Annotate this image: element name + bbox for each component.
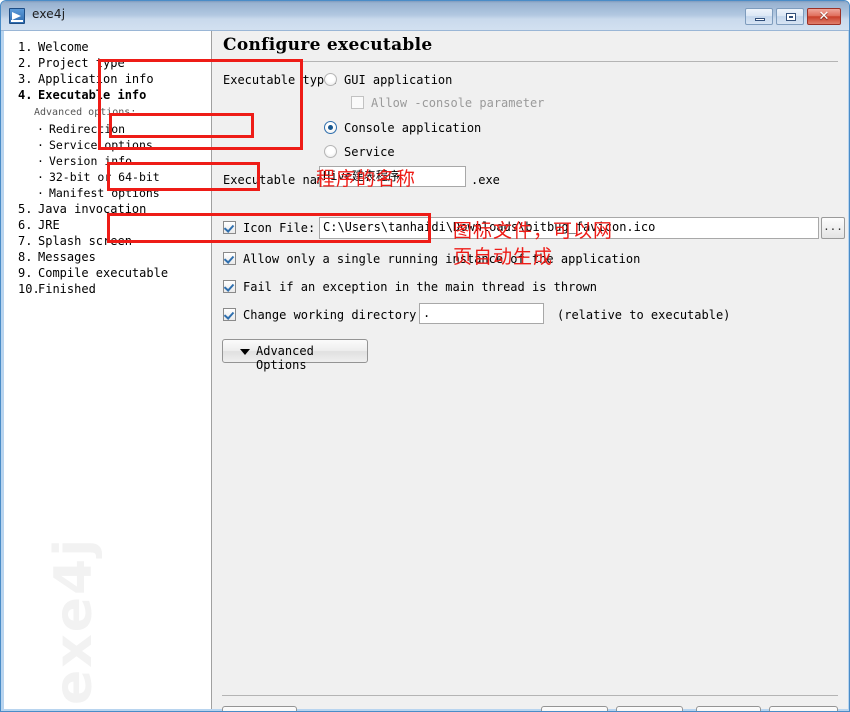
- sidebar-advanced-options-header: Advanced options:: [34, 107, 137, 118]
- sidebar-item-label: Executable info: [38, 88, 147, 102]
- advanced-options-label: Advanced Options: [256, 344, 314, 372]
- bullet-icon: ·: [37, 138, 44, 152]
- advanced-options-button[interactable]: Advanced Options: [222, 339, 368, 372]
- checkbox-fail-on-exception[interactable]: [223, 280, 236, 293]
- sidebar-sub-label: Manifest options: [48, 186, 160, 200]
- window-title: exe4j: [32, 7, 66, 21]
- footer-divider: [222, 695, 838, 696]
- help-button[interactable]: ? Help: [222, 706, 297, 711]
- chevron-down-icon: [240, 349, 250, 355]
- sidebar-item-label: Finished: [38, 282, 96, 296]
- page-title: Configure executable: [223, 35, 433, 55]
- help-label: Help: [252, 707, 281, 711]
- sidebar-num: 4.: [18, 88, 33, 102]
- radio-service[interactable]: [324, 145, 337, 158]
- main-panel: Configure executable Executable type: GU…: [213, 31, 848, 711]
- sidebar-item-label: Project type: [38, 56, 125, 70]
- back-button[interactable]: Back: [541, 706, 608, 711]
- bullet-icon: ·: [37, 122, 44, 136]
- close-button[interactable]: ✕: [807, 8, 841, 25]
- sidebar-item-welcome[interactable]: 1. Welcome: [18, 40, 89, 54]
- sidebar-item-label: Splash screen: [38, 234, 132, 248]
- working-directory-hint: (relative to executable): [557, 308, 731, 322]
- sidebar-item-label: Java invocation: [38, 202, 147, 216]
- title-bar: exe4j ✕: [1, 1, 849, 31]
- cancel-button[interactable]: Cancel: [769, 706, 838, 711]
- exe4j-window: exe4j ✕ 1. Welcome 2. Project type 3. Appli…: [0, 0, 850, 712]
- sidebar-item-executable-info[interactable]: 4. Executable info: [18, 88, 146, 102]
- icon-file-label: Icon File:: [243, 221, 316, 235]
- sidebar-num: 6.: [18, 218, 33, 232]
- change-working-directory-label: Change working directory to:: [243, 308, 446, 322]
- annotation-text-icon-file-line2: 页自动生成: [453, 246, 554, 268]
- single-instance-label: Allow only a single running instance of …: [243, 252, 641, 266]
- sidebar-item-redirection[interactable]: · Redirection: [37, 122, 125, 136]
- executable-type-label: Executable type:: [223, 73, 339, 87]
- sidebar-item-messages[interactable]: 8. Messages: [18, 250, 96, 264]
- checkbox-icon-file[interactable]: [223, 221, 236, 234]
- sidebar-num: 1.: [18, 40, 33, 54]
- sidebar-item-service-options[interactable]: · Service options: [37, 138, 153, 152]
- radio-gui-application[interactable]: [324, 73, 337, 86]
- sidebar-sub-label: Redirection: [48, 122, 126, 136]
- radio-gui-application-label: GUI application: [344, 73, 453, 87]
- sidebar-num: 9.: [18, 266, 33, 280]
- sidebar-sub-label: 32-bit or 64-bit: [48, 170, 160, 184]
- bullet-icon: ·: [37, 186, 44, 200]
- fail-on-exception-label: Fail if an exception in the main thread …: [243, 280, 598, 294]
- sidebar-item-32-or-64-bit[interactable]: · 32-bit or 64-bit: [37, 170, 160, 184]
- sidebar-sub-label: Service options: [48, 138, 153, 152]
- sidebar-item-compile-executable[interactable]: 9. Compile executable: [18, 266, 168, 280]
- client-area: 1. Welcome 2. Project type 3. Application i…: [4, 31, 848, 711]
- sidebar-item-finished[interactable]: 10.Finished: [18, 282, 96, 296]
- browse-ellipsis-icon: ...: [823, 220, 843, 233]
- sidebar-item-label: Welcome: [38, 40, 89, 54]
- wizard-sidebar: 1. Welcome 2. Project type 3. Application i…: [4, 31, 212, 709]
- bullet-icon: ·: [37, 170, 44, 184]
- sidebar-num: 10.: [18, 282, 40, 296]
- sidebar-item-application-info[interactable]: 3. Application info: [18, 72, 154, 86]
- sidebar-item-label: Application info: [38, 72, 154, 86]
- maximize-button[interactable]: [776, 8, 804, 25]
- exe4j-app-icon: [9, 8, 25, 24]
- sidebar-item-version-info[interactable]: · Version info: [37, 154, 132, 168]
- sidebar-num: 8.: [18, 250, 33, 264]
- sidebar-item-manifest-options[interactable]: · Manifest options: [37, 186, 160, 200]
- radio-service-label: Service: [344, 145, 395, 159]
- sidebar-item-project-type[interactable]: 2. Project type: [18, 56, 125, 70]
- sidebar-item-java-invocation[interactable]: 5. Java invocation: [18, 202, 146, 216]
- working-directory-input[interactable]: .: [419, 303, 544, 324]
- annotation-text-icon-file-line1: 图标文件，可以网: [453, 220, 614, 242]
- icon-file-browse-button[interactable]: ...: [821, 217, 845, 239]
- checkbox-allow-console-parameter[interactable]: [351, 96, 364, 109]
- finish-button[interactable]: Finish: [696, 706, 761, 711]
- exe4j-watermark: exe4j: [44, 536, 104, 706]
- radio-console-application-label: Console application: [344, 121, 482, 135]
- sidebar-item-label: Compile executable: [38, 266, 169, 280]
- minimize-icon: [755, 18, 765, 21]
- sidebar-sub-label: Version info: [48, 154, 133, 168]
- sidebar-num: 5.: [18, 202, 33, 216]
- sidebar-num: 3.: [18, 72, 33, 86]
- next-button[interactable]: Next: [616, 706, 683, 711]
- checkbox-change-working-directory[interactable]: [223, 308, 236, 321]
- minimize-button[interactable]: [745, 8, 773, 25]
- bullet-icon: ·: [37, 154, 44, 168]
- sidebar-num: 2.: [18, 56, 33, 70]
- sidebar-item-label: Messages: [38, 250, 96, 264]
- sidebar-item-jre[interactable]: 6. JRE: [18, 218, 60, 232]
- sidebar-num: 7.: [18, 234, 33, 248]
- sidebar-item-label: JRE: [38, 218, 60, 232]
- annotation-text-program-name: 程序的名称: [316, 168, 417, 190]
- checkbox-single-instance[interactable]: [223, 252, 236, 265]
- executable-name-suffix: .exe: [471, 173, 500, 187]
- maximize-icon: [786, 13, 796, 21]
- close-icon: ✕: [818, 9, 830, 24]
- title-divider: [222, 61, 838, 62]
- allow-console-parameter-label: Allow -console parameter: [371, 96, 545, 110]
- sidebar-item-splash-screen[interactable]: 7. Splash screen: [18, 234, 132, 248]
- radio-console-application[interactable]: [324, 121, 337, 134]
